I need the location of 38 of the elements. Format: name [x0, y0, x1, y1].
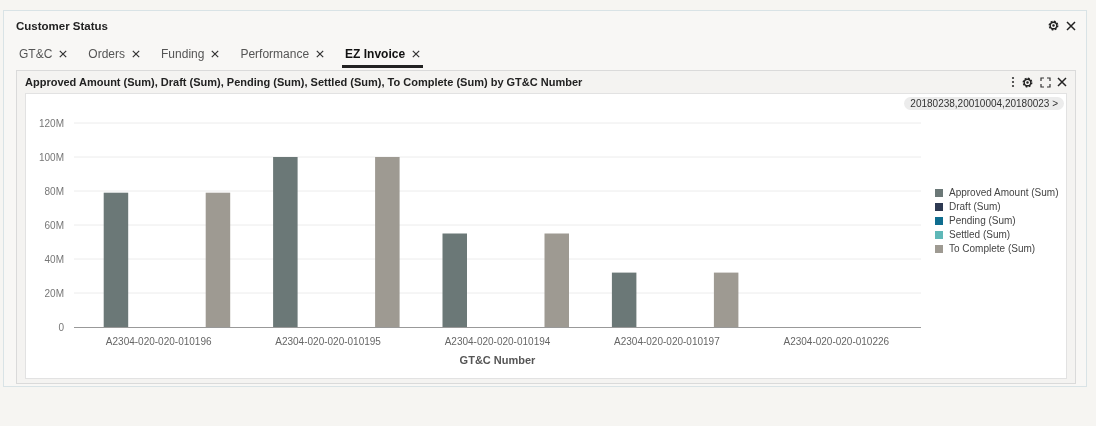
- chart-title: Approved Amount (Sum), Draft (Sum), Pending (Sum), Settled (Sum), To Complete (Sum) by GT&C Number: [25, 76, 583, 88]
- tab[interactable]: Funding: [158, 42, 223, 68]
- filter-chip[interactable]: 20180238,20010004,20180023 >: [904, 97, 1064, 110]
- tab[interactable]: GT&C: [16, 42, 71, 68]
- close-icon[interactable]: [59, 49, 68, 58]
- axis-tick-label: 60M: [44, 219, 64, 231]
- more-icon[interactable]: [1011, 76, 1015, 88]
- bar: [611, 272, 637, 327]
- legend-label: Pending (Sum): [949, 215, 1016, 226]
- axis-tick-label: 0: [58, 321, 64, 333]
- settings-icon[interactable]: [1021, 75, 1034, 89]
- bar: [713, 272, 739, 327]
- tab[interactable]: Performance: [237, 42, 328, 68]
- axis-tick-label: 100M: [39, 151, 64, 163]
- legend-label: Approved Amount (Sum): [949, 187, 1059, 198]
- close-icon[interactable]: [1057, 77, 1067, 87]
- axis-category-label: A2304-020-020-010226: [783, 336, 890, 347]
- axis-tick-label: 80M: [44, 185, 64, 197]
- settings-icon[interactable]: [1047, 19, 1060, 32]
- axis-category-label: A2304-020-020-010196: [105, 336, 212, 347]
- legend-label: Settled (Sum): [949, 229, 1011, 240]
- axis-tick-label: 120M: [39, 117, 64, 129]
- axis-category-label: A2304-020-020-010194: [444, 336, 551, 347]
- close-icon[interactable]: [1066, 20, 1076, 31]
- panel-title: Customer Status: [16, 19, 109, 32]
- close-icon[interactable]: [132, 49, 141, 58]
- close-icon[interactable]: [316, 49, 325, 58]
- tab[interactable]: Orders: [85, 42, 144, 68]
- legend-label: Draft (Sum): [949, 201, 1001, 212]
- axis-category-label: A2304-020-020-010197: [614, 336, 720, 347]
- close-icon[interactable]: [412, 49, 421, 58]
- close-icon[interactable]: [211, 49, 220, 58]
- expand-icon[interactable]: [1040, 76, 1051, 88]
- axis-tick-label: 20M: [44, 287, 64, 299]
- axis-category-label: A2304-020-020-010195: [275, 336, 381, 347]
- axis-title: GT&C Number: [459, 354, 536, 366]
- legend-label: To Complete (Sum): [949, 243, 1036, 254]
- axis-tick-label: 40M: [44, 253, 64, 265]
